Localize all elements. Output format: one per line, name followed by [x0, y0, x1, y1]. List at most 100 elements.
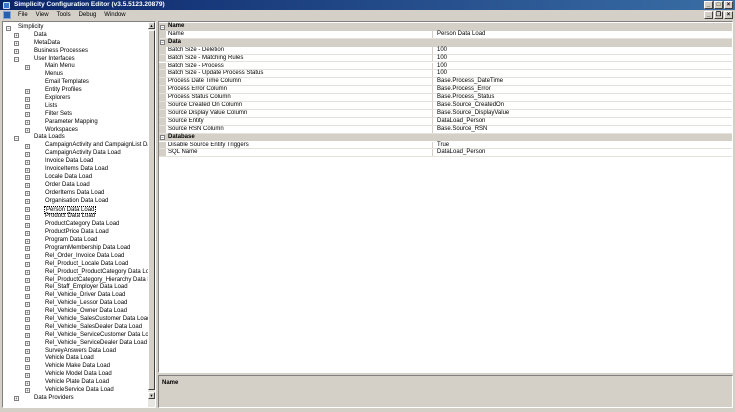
tree-item[interactable]: − Simplicity [3, 24, 149, 32]
tree-item[interactable]: + Workspaces [3, 127, 149, 135]
property-value[interactable]: True [436, 142, 449, 150]
property-row[interactable]: Source Created On Column Base.Source_Crea… [159, 102, 732, 110]
tree-item[interactable]: + Rel_Order_Invoice Data Load [3, 253, 149, 261]
menu-tools[interactable]: Tools [53, 10, 75, 20]
expand-icon[interactable]: + [25, 96, 30, 102]
tree-item-label[interactable]: Filter Sets [44, 111, 73, 119]
scroll-down-icon[interactable]: ▼ [148, 392, 155, 399]
property-row[interactable]: Process Date Time Column Base.Process_Dat… [159, 78, 732, 87]
minimize-button[interactable]: _ [704, 1, 713, 9]
tree-vertical-scrollbar[interactable]: ▲ ▼ [148, 22, 155, 407]
property-category[interactable]: − Data [159, 38, 732, 47]
expand-icon[interactable]: + [25, 112, 30, 118]
menu-debug[interactable]: Debug [75, 10, 101, 20]
tree-item-label[interactable]: Vehicle Model Data Load [44, 371, 113, 379]
property-value[interactable]: 100 [436, 70, 447, 78]
scroll-up-icon[interactable]: ▲ [148, 22, 155, 29]
property-category[interactable]: − Database [159, 133, 732, 142]
expand-icon[interactable]: + [25, 364, 30, 370]
expand-icon[interactable]: + [25, 372, 30, 378]
property-value[interactable]: 100 [436, 55, 447, 63]
collapse-icon[interactable]: − [14, 135, 19, 141]
expand-icon[interactable]: + [25, 262, 30, 268]
property-row[interactable]: Batch Size - Matching Rules 100 [159, 54, 732, 63]
tree-item-label[interactable]: ProductPrice Data Load [44, 229, 110, 237]
expand-icon[interactable]: + [25, 159, 30, 165]
expand-icon[interactable]: + [25, 333, 30, 339]
tree-item-label[interactable]: Entity Profiles [44, 87, 83, 95]
tree-item[interactable]: + Vehicle Data Load [3, 355, 149, 363]
tree-item-label[interactable]: Program Data Load [44, 237, 98, 245]
menu-view[interactable]: View [32, 10, 53, 20]
tree-item[interactable]: + Product Data Load [3, 213, 149, 221]
tree-item[interactable]: + Organisation Data Load [3, 198, 149, 206]
tree-item-label[interactable]: User Interfaces [33, 56, 76, 64]
close-button[interactable]: × [724, 1, 733, 9]
tree-item-label[interactable]: ProductCategory Data Load [44, 221, 120, 229]
collapse-icon[interactable]: − [160, 24, 165, 30]
tree-item-label[interactable]: Data [33, 32, 48, 40]
scrollbar-thumb[interactable] [148, 30, 155, 390]
tree-item[interactable]: + Vehicle Model Data Load [3, 371, 149, 379]
tree-item-label[interactable]: InvoiceItems Data Load [44, 166, 109, 174]
expand-icon[interactable]: + [25, 222, 30, 228]
tree-item-label[interactable]: Rel_ProductCategory_Hierarchy Data Load [44, 277, 155, 285]
tree-item-label[interactable]: Data Loads [33, 134, 66, 142]
tree-item[interactable]: + Rel_Vehicle_SalesDealer Data Load [3, 324, 149, 332]
expand-icon[interactable]: + [25, 246, 30, 252]
property-value[interactable]: Base.Process_Error [436, 86, 491, 94]
collapse-icon[interactable]: − [160, 40, 165, 46]
tree-item[interactable]: + Business Processes [3, 48, 149, 56]
expand-icon[interactable]: + [14, 41, 19, 47]
property-row[interactable]: Batch Size - Deletion 100 [159, 46, 732, 55]
tree-item-label[interactable]: CampaignActivity and CampaignList Data L… [44, 142, 155, 150]
tree-item[interactable]: + Vehicle Plate Data Load [3, 379, 149, 387]
tree-item[interactable]: + Locale Data Load [3, 174, 149, 182]
property-row[interactable]: Source Display Value Column Base.Source_D… [159, 109, 732, 118]
tree-item[interactable]: + Rel_Vehicle_ServiceCustomer Data Load [3, 332, 155, 340]
tree-item-label[interactable]: Rel_Vehicle_Lessor Data Load [44, 300, 128, 308]
tree-item-label[interactable]: Rel_Vehicle_Owner Data Load [44, 308, 128, 316]
document-minimize-button[interactable]: _ [704, 11, 713, 19]
tree-item[interactable]: + Invoice Data Load [3, 158, 149, 166]
tree-item[interactable]: + Parameter Mapping [3, 119, 149, 127]
tree-item[interactable]: + Rel_Product_Locale Data Load [3, 261, 149, 269]
tree-item[interactable]: + InvoiceItems Data Load [3, 166, 149, 174]
tree-item-label[interactable]: Main Menu [44, 63, 76, 71]
tree-item[interactable]: + Data Providers [3, 395, 149, 403]
tree-item[interactable]: + Rel_Vehicle_Lessor Data Load [3, 300, 149, 308]
document-restore-button[interactable]: ❐ [714, 11, 723, 19]
collapse-icon[interactable]: − [6, 25, 11, 31]
property-row[interactable]: Batch Size - Update Process Status 100 [159, 70, 732, 79]
tree-item[interactable]: + Explorers [3, 95, 149, 103]
tree-item[interactable]: + Person Data Load [3, 205, 149, 214]
tree-item[interactable]: + Rel_ProductCategory_Hierarchy Data Load [3, 277, 155, 285]
expand-icon[interactable]: + [25, 206, 30, 212]
tree-item[interactable]: − User Interfaces [3, 56, 149, 64]
expand-icon[interactable]: + [25, 278, 30, 283]
tree-item[interactable]: + VehicleService Data Load [3, 387, 149, 395]
configuration-tree[interactable]: − Simplicity + Data + MetaData + Business Proce… [2, 21, 156, 408]
expand-icon[interactable]: + [25, 104, 30, 110]
expand-icon[interactable]: + [14, 33, 19, 39]
collapse-icon[interactable]: − [160, 135, 165, 141]
property-category[interactable]: − Name [159, 23, 732, 31]
maximize-button[interactable]: □ [714, 1, 723, 9]
tree-item[interactable]: + Data [3, 32, 149, 40]
tree-item-label[interactable]: Rel_Product_Locale Data Load [44, 261, 129, 269]
tree-item-label[interactable]: Organisation Data Load [44, 198, 109, 206]
property-value[interactable]: Person Data Load [436, 31, 485, 39]
tree-item-label[interactable]: Lists [44, 103, 58, 111]
tree-item-label[interactable]: Menus [44, 71, 64, 79]
tree-item[interactable]: + Program Data Load [3, 237, 149, 245]
tree-item-label[interactable]: Simplicity [17, 24, 44, 32]
property-row[interactable]: Disable Source Entity Triggers True [159, 141, 732, 150]
tree-item-label[interactable]: Email Templates [44, 79, 90, 87]
expand-icon[interactable]: + [25, 88, 30, 94]
expand-icon[interactable]: + [25, 191, 30, 197]
property-row[interactable]: Name Person Data Load [159, 30, 732, 39]
tree-item-label[interactable]: Rel_Vehicle_ServiceCustomer Data Load [44, 332, 155, 340]
expand-icon[interactable]: + [25, 151, 30, 157]
tree-item-label[interactable]: Explorers [44, 95, 71, 103]
property-row[interactable]: Process Status Column Base.Process_Status [159, 94, 732, 102]
